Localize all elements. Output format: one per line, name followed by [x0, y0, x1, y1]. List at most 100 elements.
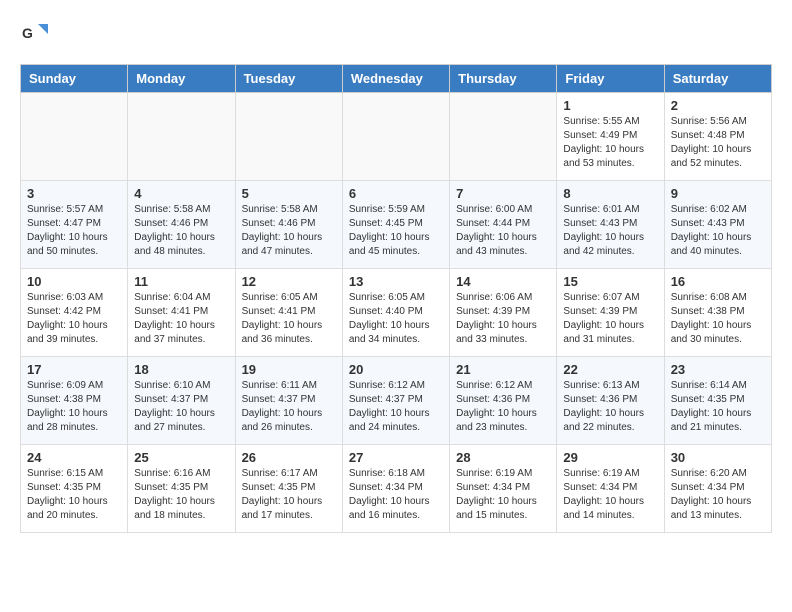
- day-number: 6: [349, 186, 443, 201]
- calendar-cell: 17 Sunrise: 6:09 AM Sunset: 4:38 PM Dayli…: [21, 357, 128, 445]
- day-info: Sunrise: 5:58 AM Sunset: 4:46 PM Dayligh…: [134, 203, 228, 259]
- day-number: 2: [671, 98, 765, 113]
- calendar-cell: [342, 93, 449, 181]
- week-row-1: 1 Sunrise: 5:55 AM Sunset: 4:49 PM Daylig…: [21, 93, 772, 181]
- calendar-cell: 23 Sunrise: 6:14 AM Sunset: 4:35 PM Dayli…: [664, 357, 771, 445]
- logo: G: [20, 20, 52, 48]
- day-info: Sunrise: 6:08 AM Sunset: 4:38 PM Dayligh…: [671, 291, 765, 347]
- day-info: Sunrise: 6:03 AM Sunset: 4:42 PM Dayligh…: [27, 291, 121, 347]
- day-number: 26: [242, 450, 336, 465]
- day-number: 9: [671, 186, 765, 201]
- page-header: G: [20, 20, 772, 48]
- day-info: Sunrise: 6:17 AM Sunset: 4:35 PM Dayligh…: [242, 467, 336, 523]
- calendar-cell: 16 Sunrise: 6:08 AM Sunset: 4:38 PM Dayli…: [664, 269, 771, 357]
- day-info: Sunrise: 6:16 AM Sunset: 4:35 PM Dayligh…: [134, 467, 228, 523]
- day-number: 12: [242, 274, 336, 289]
- day-number: 29: [563, 450, 657, 465]
- day-info: Sunrise: 6:18 AM Sunset: 4:34 PM Dayligh…: [349, 467, 443, 523]
- calendar-cell: 15Sunrise: 6:07 AM Sunset: 4:39 PM Dayli…: [557, 269, 664, 357]
- calendar-cell: 19 Sunrise: 6:11 AM Sunset: 4:37 PM Dayli…: [235, 357, 342, 445]
- day-info: Sunrise: 6:12 AM Sunset: 4:37 PM Dayligh…: [349, 379, 443, 435]
- day-number: 17: [27, 362, 121, 377]
- calendar-cell: 28Sunrise: 6:19 AM Sunset: 4:34 PM Dayli…: [450, 445, 557, 533]
- day-info: Sunrise: 6:12 AM Sunset: 4:36 PM Dayligh…: [456, 379, 550, 435]
- day-info: Sunrise: 6:20 AM Sunset: 4:34 PM Dayligh…: [671, 467, 765, 523]
- day-info: Sunrise: 5:55 AM Sunset: 4:49 PM Dayligh…: [563, 115, 657, 171]
- calendar-cell: 7 Sunrise: 6:00 AM Sunset: 4:44 PM Daylig…: [450, 181, 557, 269]
- day-number: 18: [134, 362, 228, 377]
- day-number: 28: [456, 450, 550, 465]
- day-info: Sunrise: 5:56 AM Sunset: 4:48 PM Dayligh…: [671, 115, 765, 171]
- calendar-cell: 24 Sunrise: 6:15 AM Sunset: 4:35 PM Dayli…: [21, 445, 128, 533]
- day-info: Sunrise: 6:05 AM Sunset: 4:41 PM Dayligh…: [242, 291, 336, 347]
- day-number: 1: [563, 98, 657, 113]
- day-number: 7: [456, 186, 550, 201]
- day-header-wednesday: Wednesday: [342, 65, 449, 93]
- day-number: 11: [134, 274, 228, 289]
- calendar-cell: 9 Sunrise: 6:02 AM Sunset: 4:43 PM Daylig…: [664, 181, 771, 269]
- day-number: 8: [563, 186, 657, 201]
- day-info: Sunrise: 6:19 AM Sunset: 4:34 PM Dayligh…: [563, 467, 657, 523]
- day-number: 16: [671, 274, 765, 289]
- day-number: 15: [563, 274, 657, 289]
- calendar-cell: 20 Sunrise: 6:12 AM Sunset: 4:37 PM Dayli…: [342, 357, 449, 445]
- day-number: 3: [27, 186, 121, 201]
- day-header-sunday: Sunday: [21, 65, 128, 93]
- day-info: Sunrise: 6:09 AM Sunset: 4:38 PM Dayligh…: [27, 379, 121, 435]
- calendar-header-row: SundayMondayTuesdayWednesdayThursdayFrid…: [21, 65, 772, 93]
- calendar-table: SundayMondayTuesdayWednesdayThursdayFrid…: [20, 64, 772, 533]
- calendar-cell: 27Sunrise: 6:18 AM Sunset: 4:34 PM Dayli…: [342, 445, 449, 533]
- day-info: Sunrise: 6:02 AM Sunset: 4:43 PM Dayligh…: [671, 203, 765, 259]
- calendar-cell: 1 Sunrise: 5:55 AM Sunset: 4:49 PM Daylig…: [557, 93, 664, 181]
- calendar-cell: 8 Sunrise: 6:01 AM Sunset: 4:43 PM Daylig…: [557, 181, 664, 269]
- calendar-cell: [235, 93, 342, 181]
- calendar-cell: 18 Sunrise: 6:10 AM Sunset: 4:37 PM Dayli…: [128, 357, 235, 445]
- calendar-cell: 21 Sunrise: 6:12 AM Sunset: 4:36 PM Dayli…: [450, 357, 557, 445]
- calendar-cell: 26 Sunrise: 6:17 AM Sunset: 4:35 PM Dayli…: [235, 445, 342, 533]
- day-info: Sunrise: 6:05 AM Sunset: 4:40 PM Dayligh…: [349, 291, 443, 347]
- day-info: Sunrise: 6:15 AM Sunset: 4:35 PM Dayligh…: [27, 467, 121, 523]
- day-number: 14: [456, 274, 550, 289]
- day-number: 23: [671, 362, 765, 377]
- day-info: Sunrise: 5:58 AM Sunset: 4:46 PM Dayligh…: [242, 203, 336, 259]
- day-header-tuesday: Tuesday: [235, 65, 342, 93]
- calendar-cell: 25Sunrise: 6:16 AM Sunset: 4:35 PM Dayli…: [128, 445, 235, 533]
- day-header-thursday: Thursday: [450, 65, 557, 93]
- day-number: 10: [27, 274, 121, 289]
- day-number: 22: [563, 362, 657, 377]
- svg-text:G: G: [22, 25, 33, 41]
- day-info: Sunrise: 6:00 AM Sunset: 4:44 PM Dayligh…: [456, 203, 550, 259]
- day-info: Sunrise: 6:13 AM Sunset: 4:36 PM Dayligh…: [563, 379, 657, 435]
- calendar-cell: 29 Sunrise: 6:19 AM Sunset: 4:34 PM Dayli…: [557, 445, 664, 533]
- calendar-cell: 12 Sunrise: 6:05 AM Sunset: 4:41 PM Dayli…: [235, 269, 342, 357]
- day-number: 30: [671, 450, 765, 465]
- calendar-cell: 6Sunrise: 5:59 AM Sunset: 4:45 PM Daylig…: [342, 181, 449, 269]
- day-header-saturday: Saturday: [664, 65, 771, 93]
- day-info: Sunrise: 6:11 AM Sunset: 4:37 PM Dayligh…: [242, 379, 336, 435]
- calendar-cell: 5 Sunrise: 5:58 AM Sunset: 4:46 PM Daylig…: [235, 181, 342, 269]
- logo-icon: G: [20, 20, 48, 48]
- day-header-monday: Monday: [128, 65, 235, 93]
- calendar-cell: 3Sunrise: 5:57 AM Sunset: 4:47 PM Daylig…: [21, 181, 128, 269]
- week-row-2: 3Sunrise: 5:57 AM Sunset: 4:47 PM Daylig…: [21, 181, 772, 269]
- day-info: Sunrise: 6:10 AM Sunset: 4:37 PM Dayligh…: [134, 379, 228, 435]
- day-number: 21: [456, 362, 550, 377]
- week-row-3: 10 Sunrise: 6:03 AM Sunset: 4:42 PM Dayli…: [21, 269, 772, 357]
- day-number: 4: [134, 186, 228, 201]
- day-number: 20: [349, 362, 443, 377]
- day-info: Sunrise: 6:01 AM Sunset: 4:43 PM Dayligh…: [563, 203, 657, 259]
- day-number: 5: [242, 186, 336, 201]
- calendar-cell: [128, 93, 235, 181]
- day-number: 24: [27, 450, 121, 465]
- calendar-cell: 14 Sunrise: 6:06 AM Sunset: 4:39 PM Dayli…: [450, 269, 557, 357]
- calendar-cell: 4 Sunrise: 5:58 AM Sunset: 4:46 PM Daylig…: [128, 181, 235, 269]
- day-info: Sunrise: 6:14 AM Sunset: 4:35 PM Dayligh…: [671, 379, 765, 435]
- week-row-5: 24 Sunrise: 6:15 AM Sunset: 4:35 PM Dayli…: [21, 445, 772, 533]
- calendar-cell: 10 Sunrise: 6:03 AM Sunset: 4:42 PM Dayli…: [21, 269, 128, 357]
- calendar-cell: 30 Sunrise: 6:20 AM Sunset: 4:34 PM Dayli…: [664, 445, 771, 533]
- day-info: Sunrise: 6:06 AM Sunset: 4:39 PM Dayligh…: [456, 291, 550, 347]
- week-row-4: 17 Sunrise: 6:09 AM Sunset: 4:38 PM Dayli…: [21, 357, 772, 445]
- calendar-cell: 11Sunrise: 6:04 AM Sunset: 4:41 PM Dayli…: [128, 269, 235, 357]
- day-number: 19: [242, 362, 336, 377]
- day-header-friday: Friday: [557, 65, 664, 93]
